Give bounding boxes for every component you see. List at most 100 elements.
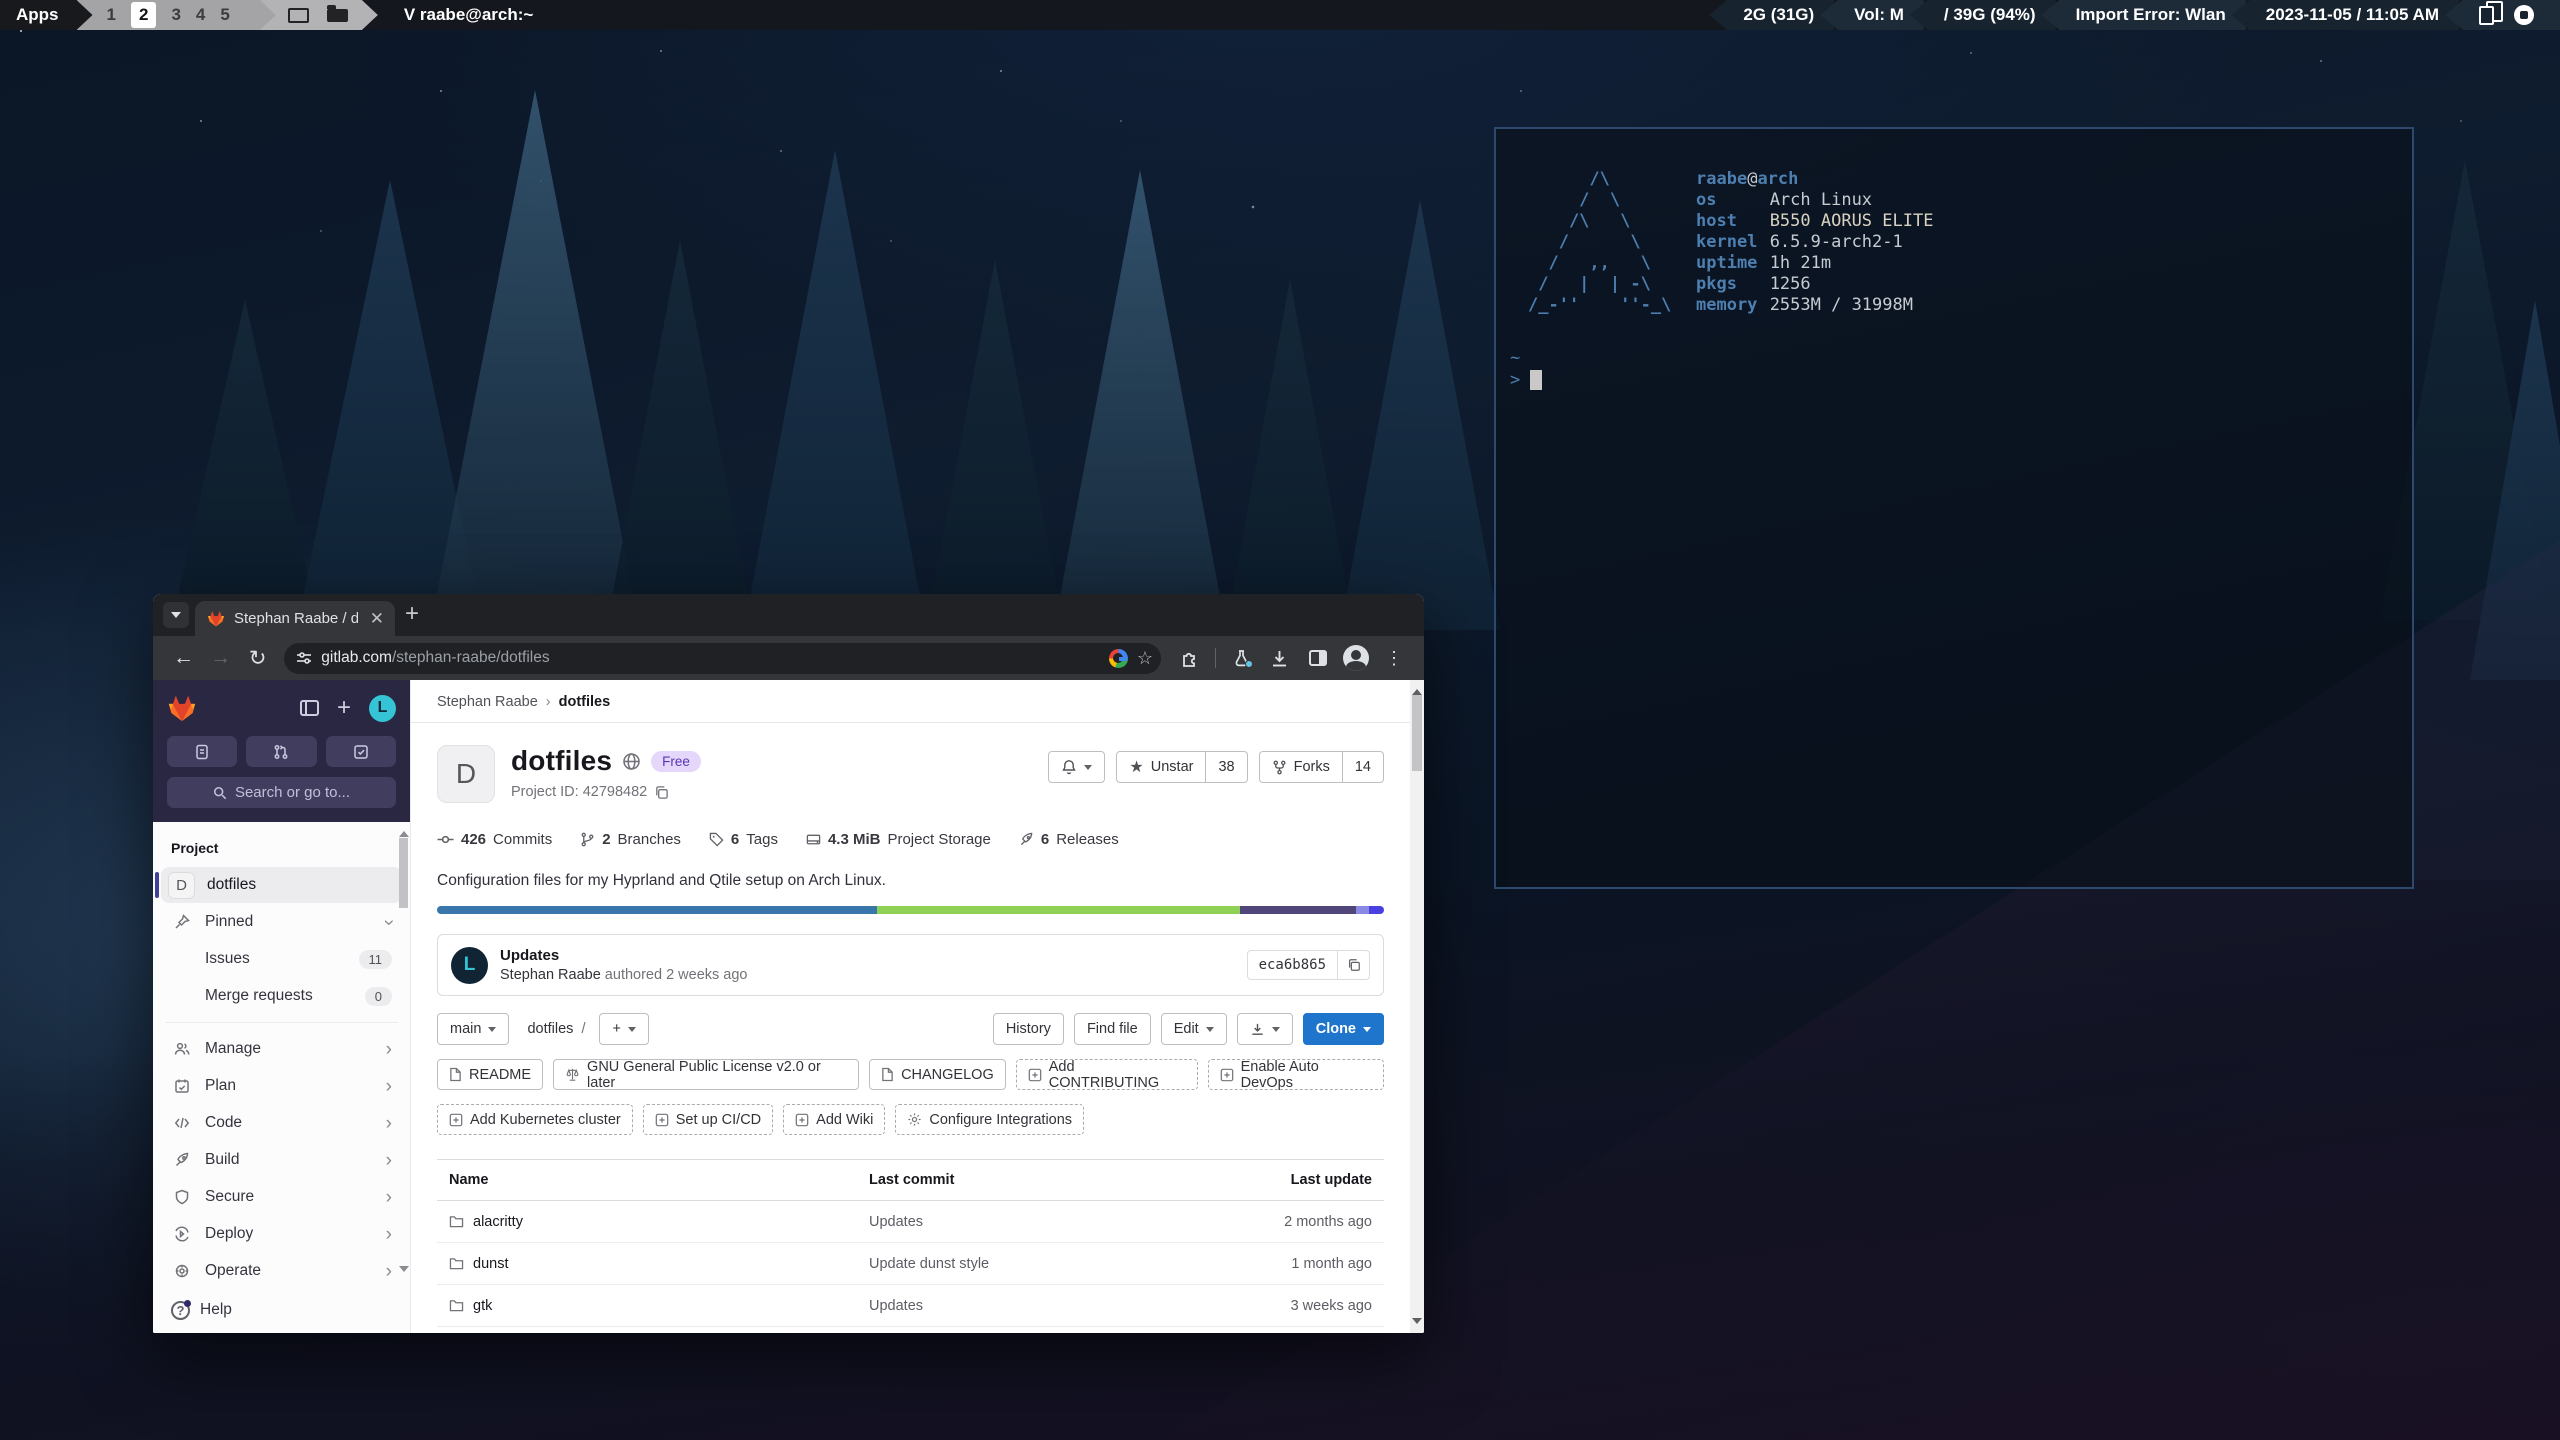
enable-auto-devops-badge[interactable]: Enable Auto DevOps — [1208, 1059, 1384, 1090]
bookmark-star-icon[interactable]: ☆ — [1137, 648, 1153, 669]
sidebar-item-manage[interactable]: Manage › — [161, 1031, 402, 1067]
scroll-up-arrow[interactable] — [399, 826, 409, 837]
configure-integrations-badge[interactable]: Configure Integrations — [895, 1104, 1084, 1135]
todo-shortcut-button[interactable] — [326, 736, 396, 767]
scroll-down-arrow[interactable] — [399, 1266, 409, 1277]
sidebar-item-pinned[interactable]: Pinned › — [161, 904, 402, 940]
sidebar-item-help[interactable]: ? Help — [153, 1287, 410, 1333]
tags-link[interactable]: 6Tags — [709, 831, 778, 848]
add-contributing-badge[interactable]: Add CONTRIBUTING — [1016, 1059, 1198, 1090]
apps-menu-button[interactable]: Apps — [0, 0, 93, 30]
chevron-down-icon: › — [386, 913, 392, 932]
readme-badge[interactable]: README — [437, 1059, 543, 1090]
sidebar-item-build[interactable]: Build › — [161, 1142, 402, 1178]
downloads-icon[interactable] — [1264, 642, 1296, 674]
history-button[interactable]: History — [993, 1013, 1064, 1045]
page-scrollbar[interactable] — [1410, 680, 1424, 1333]
forks-button[interactable]: Forks — [1259, 751, 1343, 783]
workspace-4[interactable]: 4 — [196, 5, 205, 25]
table-row[interactable]: gtk Updates 3 weeks ago — [437, 1285, 1384, 1327]
license-badge[interactable]: GNU General Public License v2.0 or later — [553, 1059, 859, 1090]
reload-button[interactable]: ↻ — [241, 641, 274, 675]
find-file-button[interactable]: Find file — [1074, 1013, 1151, 1045]
sidebar-item-issues[interactable]: Issues 11 — [161, 941, 402, 977]
add-file-button[interactable]: + — [599, 1013, 648, 1045]
workspace-5[interactable]: 5 — [220, 5, 229, 25]
chevron-right-icon: › — [386, 1077, 392, 1096]
collapse-sidebar-icon[interactable] — [300, 700, 319, 716]
add-wiki-badge[interactable]: Add Wiki — [783, 1104, 885, 1135]
notification-dot — [1245, 660, 1253, 668]
commit-author[interactable]: Stephan Raabe — [500, 967, 601, 983]
language-segment-shell-green — [877, 906, 1240, 914]
user-avatar[interactable]: L — [369, 695, 396, 722]
commit-title-link[interactable]: Updates — [500, 947, 748, 964]
beta-flask-icon[interactable] — [1226, 642, 1258, 674]
tab-search-button[interactable] — [163, 602, 189, 628]
browser-menu-icon[interactable]: ⋮ — [1378, 642, 1410, 674]
issues-shortcut-button[interactable] — [167, 736, 237, 767]
workspace-2[interactable]: 2 — [131, 2, 156, 28]
edit-button[interactable]: Edit — [1161, 1013, 1227, 1045]
sidebar-item-code[interactable]: Code › — [161, 1105, 402, 1141]
extensions-puzzle-icon[interactable] — [1173, 642, 1205, 674]
notifications-button[interactable] — [1048, 751, 1105, 783]
branches-link[interactable]: 2Branches — [580, 831, 681, 848]
search-box[interactable]: Search or go to... — [167, 777, 396, 808]
storage-link[interactable]: 4.3 MiBProject Storage — [806, 831, 991, 848]
gitlab-main-content: Stephan Raabe › dotfiles D dotfiles Free… — [411, 680, 1424, 1333]
chevron-right-icon: › — [386, 1040, 392, 1059]
changelog-badge[interactable]: CHANGELOG — [869, 1059, 1006, 1090]
merge-requests-shortcut-button[interactable] — [246, 736, 316, 767]
sidebar-item-project[interactable]: D dotfiles — [161, 867, 402, 903]
scrollbar-thumb[interactable] — [1412, 695, 1422, 771]
fork-count[interactable]: 14 — [1343, 751, 1384, 783]
window-layout-icon[interactable] — [288, 8, 309, 23]
branch-selector[interactable]: main — [437, 1013, 509, 1045]
star-count[interactable]: 38 — [1206, 751, 1247, 783]
download-source-button[interactable] — [1237, 1013, 1293, 1045]
sidebar-item-plan[interactable]: Plan › — [161, 1068, 402, 1104]
scroll-up-arrow[interactable] — [1412, 684, 1422, 695]
sidebar-scrollbar[interactable] — [398, 826, 409, 1277]
commits-link[interactable]: 426Commits — [437, 831, 552, 848]
sidebar-item-deploy[interactable]: Deploy › — [161, 1216, 402, 1252]
new-tab-button[interactable]: + — [405, 600, 419, 628]
unstar-button[interactable]: ★ Unstar — [1116, 751, 1206, 783]
tab-close-icon[interactable]: ✕ — [367, 609, 387, 629]
chevron-right-icon: › — [386, 1225, 392, 1244]
workspace-1[interactable]: 1 — [107, 5, 116, 25]
copy-sha-button[interactable] — [1338, 950, 1370, 980]
volume-widget[interactable]: Vol: M — [1820, 0, 1924, 30]
forward-button[interactable]: → — [204, 641, 237, 675]
shell-prompt[interactable]: ~ > — [1510, 347, 1542, 391]
side-panel-icon[interactable] — [1302, 642, 1334, 674]
scroll-down-arrow[interactable] — [1412, 1318, 1422, 1329]
copy-icon[interactable] — [2479, 6, 2494, 25]
table-row[interactable]: alacritty Updates 2 months ago — [437, 1201, 1384, 1243]
add-kubernetes-badge[interactable]: Add Kubernetes cluster — [437, 1104, 633, 1135]
setup-cicd-badge[interactable]: Set up CI/CD — [643, 1104, 773, 1135]
site-settings-icon[interactable] — [296, 650, 312, 666]
table-row[interactable]: dunst Update dunst style 1 month ago — [437, 1243, 1384, 1285]
browser-tab[interactable]: Stephan Raabe / dotfiles ✕ — [195, 601, 395, 636]
create-new-icon[interactable]: + — [337, 696, 351, 720]
clone-button[interactable]: Clone — [1303, 1013, 1384, 1045]
gitlab-logo[interactable] — [167, 694, 197, 722]
power-icon[interactable] — [2514, 5, 2534, 25]
scrollbar-thumb[interactable] — [399, 838, 408, 908]
sidebar-item-secure[interactable]: Secure › — [161, 1179, 402, 1215]
sidebar-item-merge-requests[interactable]: Merge requests 0 — [161, 978, 402, 1014]
folder-icon[interactable] — [327, 9, 348, 22]
terminal-window[interactable]: /\ / \ /\ \ / \ / ,, \ / | | -\ /_-'' ''… — [1494, 127, 2414, 889]
google-icon[interactable] — [1109, 649, 1128, 668]
sidebar-item-operate[interactable]: Operate › — [161, 1253, 402, 1289]
breadcrumb-parent-link[interactable]: Stephan Raabe — [437, 694, 538, 710]
releases-link[interactable]: 6Releases — [1019, 831, 1119, 848]
copy-id-icon[interactable] — [654, 785, 669, 800]
address-bar[interactable]: gitlab.com/stephan-raabe/dotfiles ☆ — [284, 643, 1161, 674]
workspace-3[interactable]: 3 — [171, 5, 180, 25]
back-button[interactable]: ← — [167, 641, 200, 675]
profile-avatar[interactable] — [1340, 642, 1372, 674]
prompt-path: ~ — [1510, 347, 1542, 369]
